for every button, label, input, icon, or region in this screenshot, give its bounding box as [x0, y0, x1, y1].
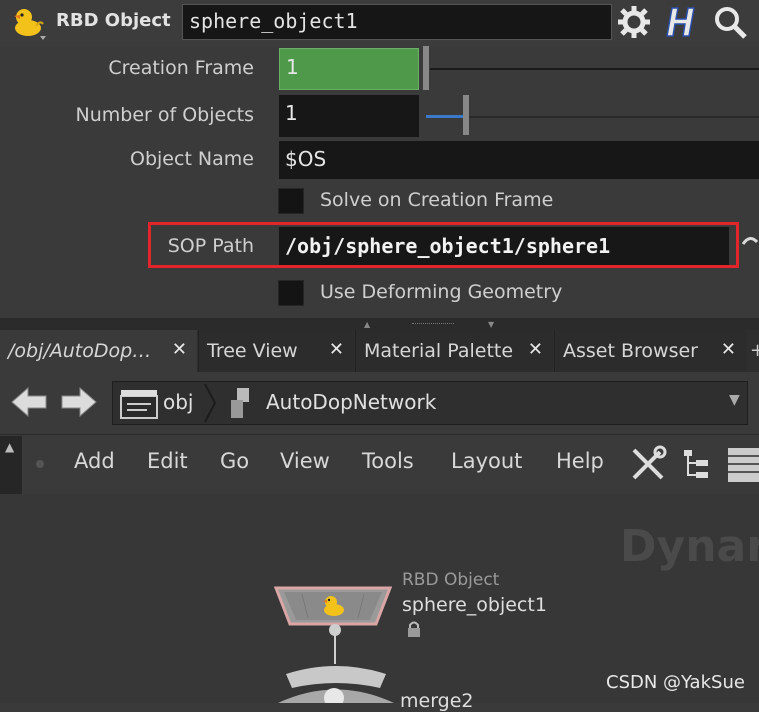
search-icon[interactable] [712, 4, 748, 40]
parameter-header: RBD Object sphere_object1 [0, 0, 759, 46]
menu-add[interactable]: Add [74, 449, 115, 473]
use-deforming-geometry-checkbox[interactable] [278, 280, 304, 306]
menu-scroll-strip[interactable]: ▲ [0, 436, 22, 496]
menu-layout[interactable]: Layout [451, 449, 522, 473]
scroll-up-icon[interactable]: ▲ [5, 440, 14, 454]
tab-tree-view[interactable]: Tree View ✕ [198, 330, 354, 372]
tab-network-path[interactable]: /obj/AutoDop… ✕ [0, 330, 197, 372]
solve-on-creation-frame-checkbox[interactable] [278, 188, 304, 214]
forward-arrow-icon[interactable] [58, 384, 98, 420]
node-type-label: RBD Object [56, 10, 171, 31]
add-tab-icon[interactable]: + [750, 340, 759, 361]
use-deforming-geometry-label: Use Deforming Geometry [320, 281, 563, 303]
close-icon[interactable]: ✕ [721, 339, 736, 360]
close-icon[interactable]: ✕ [329, 339, 344, 360]
sop-path-highlight-box [148, 222, 739, 268]
pane-tab-bar: /obj/AutoDop… ✕ Tree View ✕ Material Pal… [0, 330, 759, 372]
merge-node[interactable] [276, 664, 396, 708]
splitter-up-arrow-icon[interactable]: ▲ [364, 320, 370, 329]
creation-frame-label: Creation Frame [108, 57, 254, 79]
menu-help[interactable]: Help [556, 449, 604, 473]
creation-frame-slider-handle[interactable] [423, 46, 429, 90]
breadcrumb-separator-icon [203, 382, 217, 424]
pane-splitter[interactable]: ▲ ▼ [0, 318, 759, 330]
gear-icon[interactable] [616, 4, 652, 40]
rbd-node-type-label: RBD Object [402, 570, 500, 590]
number-of-objects-slider-fill [426, 115, 464, 118]
menu-view[interactable]: View [280, 449, 330, 473]
solve-on-creation-frame-label: Solve on Creation Frame [320, 189, 554, 211]
object-name-field[interactable]: $OS [279, 141, 759, 179]
menu-dot-icon [36, 460, 44, 468]
operator-chooser-icon[interactable] [741, 234, 759, 256]
path-breadcrumb[interactable]: obj AutoDopNetwork ▼ [112, 381, 748, 425]
splitter-down-arrow-icon[interactable]: ▼ [488, 320, 494, 329]
tab-label: /obj/AutoDop… [8, 340, 152, 362]
menu-edit[interactable]: Edit [147, 449, 188, 473]
obj-context-icon [119, 386, 159, 420]
rbd-node-name-label: sphere_object1 [402, 594, 547, 616]
houdini-help-icon[interactable] [664, 4, 700, 40]
splitter-grip[interactable] [412, 323, 454, 326]
creation-frame-slider-track[interactable] [430, 68, 759, 70]
number-of-objects-field[interactable]: 1 [279, 95, 419, 137]
path-segment-obj[interactable]: obj [163, 390, 194, 414]
dop-network-icon [225, 386, 257, 420]
tree-list-icon[interactable] [682, 448, 710, 482]
tools-wrench-icon[interactable] [628, 444, 668, 484]
list-view-icon[interactable] [726, 446, 759, 484]
context-watermark: Dynan [620, 521, 759, 572]
chevron-down-icon[interactable]: ▼ [729, 392, 740, 408]
path-segment-autodopnetwork[interactable]: AutoDopNetwork [266, 390, 436, 414]
back-arrow-icon[interactable] [10, 384, 50, 420]
menu-go[interactable]: Go [220, 449, 249, 473]
rubber-duck-icon[interactable] [10, 4, 46, 40]
number-of-objects-label: Number of Objects [75, 104, 255, 126]
creation-frame-field[interactable]: 1 [279, 48, 419, 90]
number-of-objects-slider-handle[interactable] [463, 95, 469, 135]
merge-node-name-label: merge2 [400, 690, 474, 712]
lock-icon[interactable] [406, 620, 422, 638]
close-icon[interactable]: ✕ [172, 339, 187, 360]
tab-label: Tree View [207, 340, 298, 362]
node-name-field[interactable]: sphere_object1 [182, 4, 612, 40]
object-name-label: Object Name [130, 148, 254, 170]
tab-label: Material Palette [364, 340, 514, 362]
watermark-credit: CSDN @YakSue [606, 672, 745, 693]
number-of-objects-slider-track[interactable] [464, 116, 759, 118]
menu-tools[interactable]: Tools [362, 449, 414, 473]
tab-label: Asset Browser [563, 340, 698, 362]
rubber-duck-icon [320, 592, 346, 618]
close-icon[interactable]: ✕ [528, 339, 543, 360]
tab-material-palette[interactable]: Material Palette ✕ [355, 330, 553, 372]
tab-asset-browser[interactable]: Asset Browser ✕ [554, 330, 746, 372]
node-connection-wire [334, 634, 336, 664]
